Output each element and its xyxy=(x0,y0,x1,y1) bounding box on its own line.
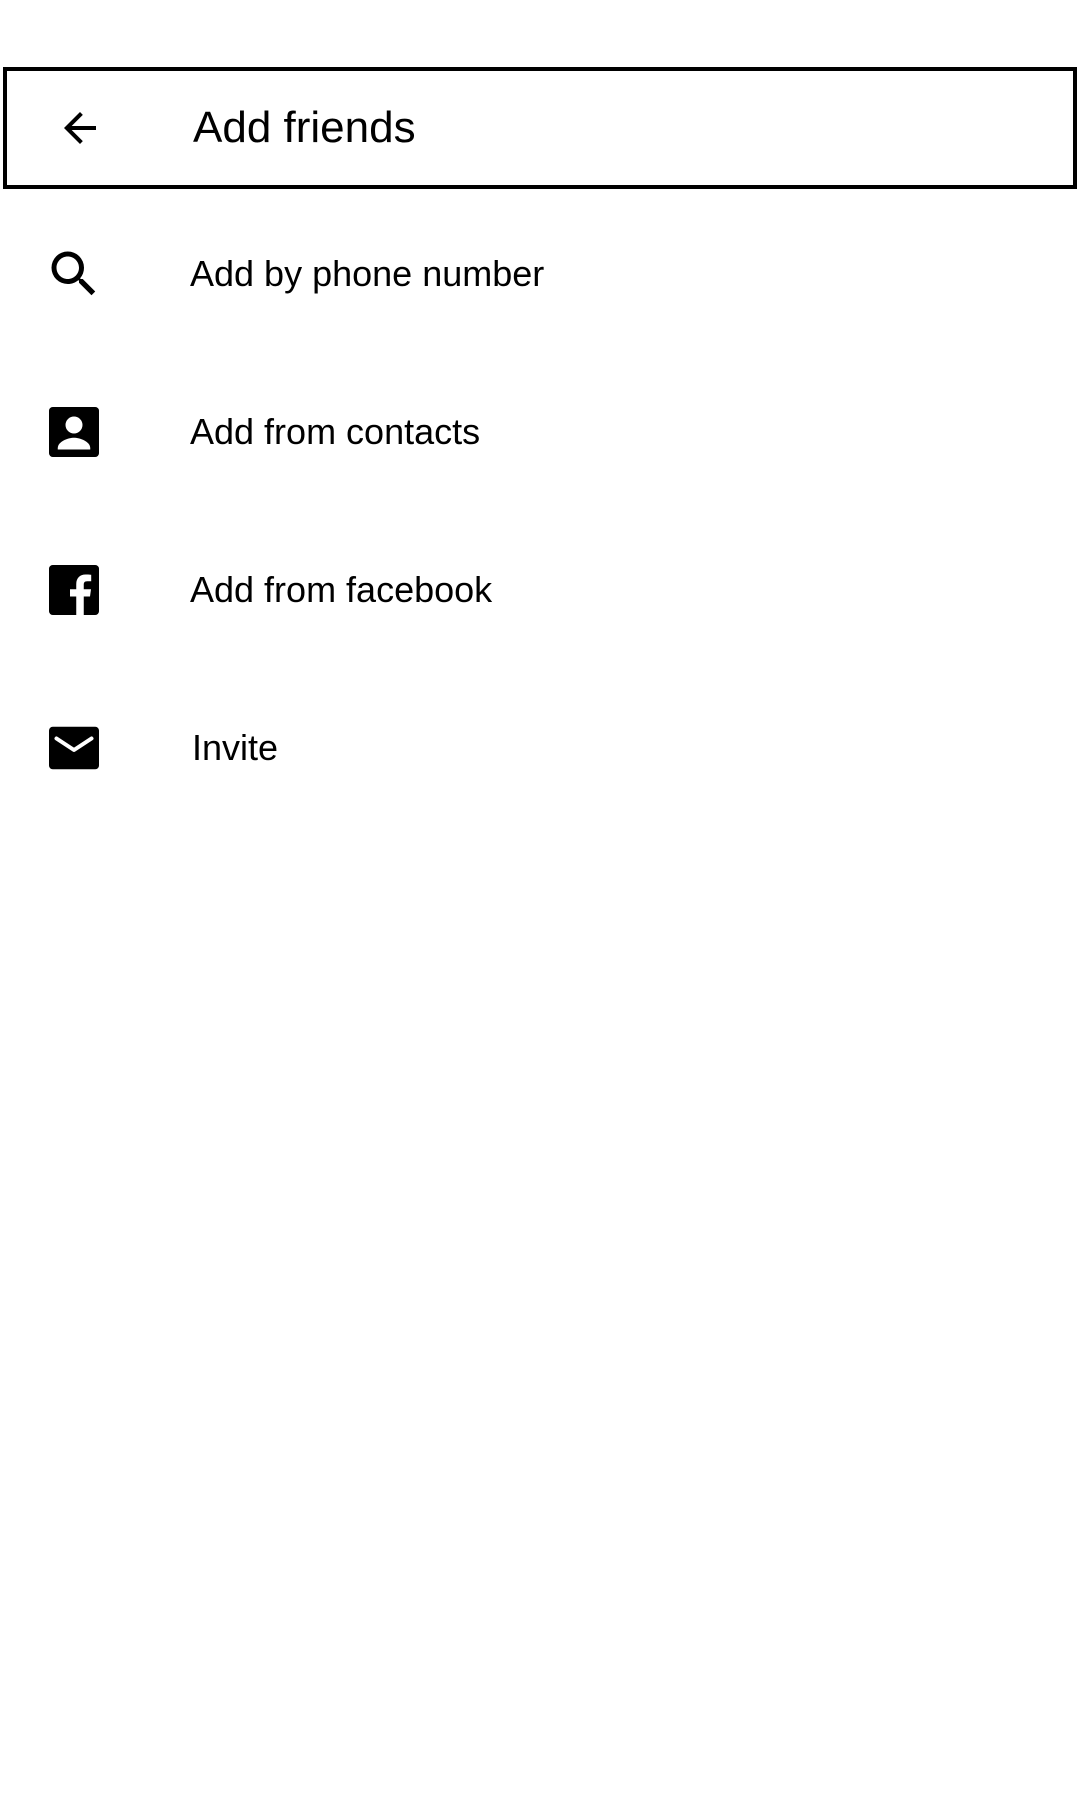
back-button[interactable] xyxy=(45,93,115,163)
menu-item-add-from-facebook[interactable]: Add from facebook xyxy=(0,511,1080,669)
menu-item-label: Add from contacts xyxy=(190,411,481,452)
menu-item-label: Add from facebook xyxy=(190,569,493,610)
menu-item-add-from-contacts[interactable]: Add from contacts xyxy=(0,353,1080,511)
app-bar: Add friends xyxy=(3,67,1077,189)
page-title: Add friends xyxy=(193,103,416,152)
facebook-icon xyxy=(44,560,104,620)
menu-item-invite[interactable]: Invite xyxy=(0,669,1080,827)
menu-item-add-by-phone[interactable]: Add by phone number xyxy=(0,195,1080,353)
mail-icon xyxy=(44,718,104,778)
menu-list: Add by phone number Add from contacts Ad… xyxy=(0,195,1080,827)
menu-item-label: Invite xyxy=(192,727,279,768)
menu-item-label: Add by phone number xyxy=(190,253,545,294)
arrow-back-icon xyxy=(64,112,96,144)
search-icon xyxy=(44,244,104,304)
contact-icon xyxy=(44,402,104,462)
